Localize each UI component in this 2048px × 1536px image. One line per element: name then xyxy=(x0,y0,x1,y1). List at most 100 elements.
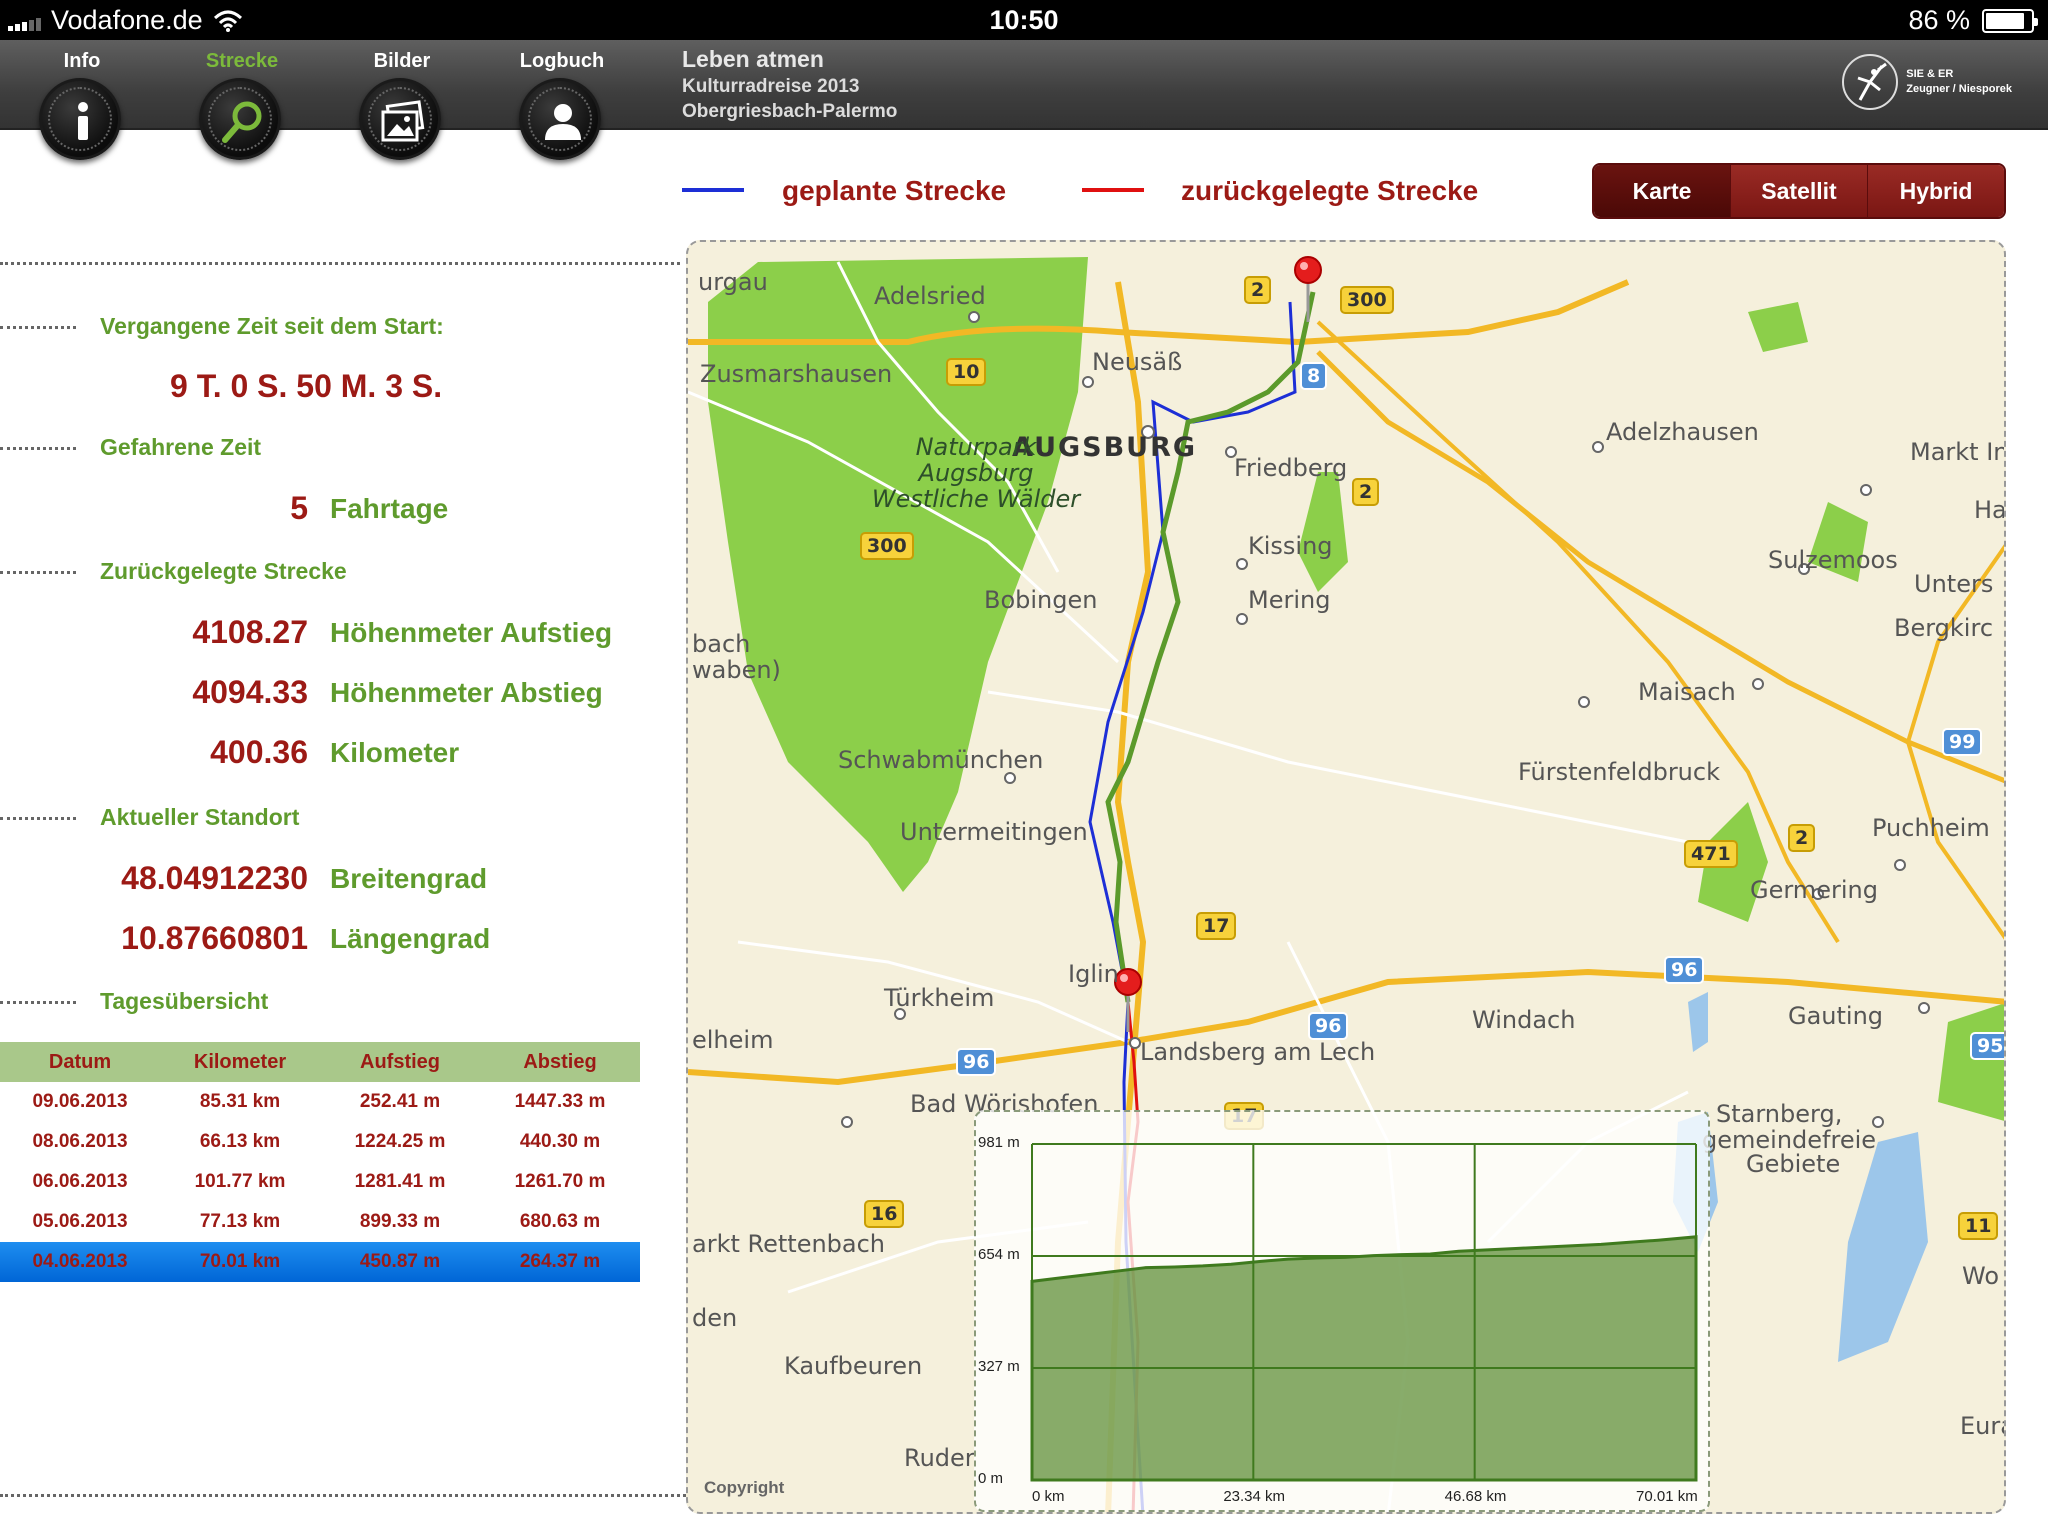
elevation-area xyxy=(1030,1235,1698,1482)
ascent-label: Höhenmeter Aufstieg xyxy=(330,617,613,648)
town-partial-gau: urgau xyxy=(698,268,768,296)
town-maisach: Maisach xyxy=(1638,678,1736,706)
town-fuerstenfeldbruck: Fürstenfeldbruck xyxy=(1518,758,1720,786)
divider xyxy=(0,1001,76,1004)
divider xyxy=(0,447,76,450)
ascent-value: 4108.27 xyxy=(192,614,308,650)
elevation-x-tick: 46.68 km xyxy=(1444,1488,1507,1505)
town-bobingen: Bobingen xyxy=(984,586,1098,614)
elapsed-title: Vergangene Zeit seit dem Start: xyxy=(100,313,444,339)
town-partial-bach: bach xyxy=(692,630,751,658)
tab-label: Strecke xyxy=(205,50,279,72)
logo-line-2: Zeugner / Niesporek xyxy=(1906,83,2012,95)
logbuch-button[interactable] xyxy=(519,78,601,160)
cell-ascent: 1281.41 m xyxy=(354,1171,446,1192)
cell-date: 08.06.2013 xyxy=(32,1131,128,1152)
elevation-x-tick: 23.34 km xyxy=(1223,1488,1286,1505)
town-partial-waben: waben) xyxy=(692,656,781,684)
map-type-hybrid[interactable]: Hybrid xyxy=(1867,165,2004,217)
cell-km: 85.31 km xyxy=(199,1091,281,1112)
map-type-karte[interactable]: Karte xyxy=(1594,165,1730,217)
town-partial-unters: Unters xyxy=(1914,570,1994,598)
cell-ascent: 1224.25 m xyxy=(354,1131,446,1152)
motorway-shield: 96 xyxy=(956,1048,997,1076)
road-shield: 2 xyxy=(1352,478,1380,506)
town-partial-wo: Wo xyxy=(1962,1262,2000,1290)
tab-logbuch[interactable]: Logbuch xyxy=(492,40,632,73)
daily-table: Datum Kilometer Aufstieg Abstieg 09.06.2… xyxy=(0,1042,640,1282)
town-kaufbeuren: Kaufbeuren xyxy=(784,1352,923,1380)
elevation-profile: 0 m 327 m 654 m 981 m 0 km 23.34 km 46.68 km 70… xyxy=(974,1110,1710,1512)
logo-text: SIE & ER Zeugner / Niesporek xyxy=(1906,67,2012,97)
town-gauting: Gauting xyxy=(1788,1002,1884,1030)
cell-ascent: 252.41 m xyxy=(359,1091,441,1112)
town-untermeitingen: Untermeitingen xyxy=(900,818,1088,846)
col-header-descent: Abstieg xyxy=(523,1050,597,1073)
elevation-y-tick: 327 m xyxy=(978,1358,1020,1375)
elevation-x-tick: 0 km xyxy=(1032,1488,1065,1505)
town-partial-den: den xyxy=(692,1304,738,1332)
motorway-shield: 99 xyxy=(1942,728,1983,756)
cell-date: 05.06.2013 xyxy=(32,1211,128,1232)
tab-strecke[interactable]: Strecke xyxy=(172,40,312,73)
naturpark-line-1: Naturpark xyxy=(915,433,1037,461)
cell-ascent: 899.33 m xyxy=(359,1211,441,1232)
elevation-chart xyxy=(1030,1143,1698,1482)
strecke-button[interactable] xyxy=(199,78,281,160)
col-header-ascent: Aufstieg xyxy=(360,1050,440,1073)
logo-line-1: SIE & ER xyxy=(1906,68,1954,80)
cell-ascent: 450.87 m xyxy=(359,1251,441,1272)
table-row-selected[interactable]: 04.06.2013 70.01 km 450.87 m 264.37 m xyxy=(0,1242,640,1282)
trip-title-block: Leben atmen Kulturradreise 2013 Obergrie… xyxy=(682,46,897,123)
divider xyxy=(0,262,680,265)
battery-fill xyxy=(1986,12,2024,29)
table-row[interactable]: 08.06.2013 66.13 km 1224.25 m 440.30 m xyxy=(0,1122,640,1162)
elevation-y-tick: 0 m xyxy=(978,1470,1004,1487)
battery-percent: 86 % xyxy=(1908,5,1970,35)
tab-info[interactable]: Info xyxy=(12,40,152,73)
town-markt-in: Markt In xyxy=(1910,438,2006,466)
town-tuerkheim: Türkheim xyxy=(884,984,995,1012)
road-shield: 11 xyxy=(1958,1212,1999,1240)
km-label: Kilometer xyxy=(330,737,460,768)
town-sulzemoos: Sulzemoos xyxy=(1768,546,1898,574)
town-germering: Germering xyxy=(1750,876,1878,904)
info-icon xyxy=(78,102,88,140)
info-button[interactable] xyxy=(39,78,121,160)
town-ruder: Ruder xyxy=(904,1444,975,1472)
table-row[interactable]: 09.06.2013 85.31 km 252.41 m 1447.33 m xyxy=(0,1082,640,1122)
tab-bilder[interactable]: Bilder xyxy=(332,40,472,73)
longitude-label: Längengrad xyxy=(330,923,491,954)
map-copyright[interactable]: Copyright xyxy=(704,1478,784,1498)
trip-subtitle: Kulturradreise 2013 xyxy=(682,76,860,97)
map-type-segmented: Karte Satellit Hybrid xyxy=(1592,163,2006,219)
road-shield: 471 xyxy=(1684,840,1738,868)
cell-km: 101.77 km xyxy=(194,1171,286,1192)
road-shield: 2 xyxy=(1788,824,1816,852)
traveled-route-legend: zurückgelegte Strecke xyxy=(1181,175,1479,206)
elevation-y-tick: 654 m xyxy=(978,1246,1020,1263)
distance-title: Zurückgelegte Strecke xyxy=(100,558,347,584)
km-value: 400.36 xyxy=(210,734,308,770)
divider xyxy=(0,326,76,329)
motorway-shield: 96 xyxy=(1308,1012,1349,1040)
town-puchheim: Puchheim xyxy=(1872,814,1990,842)
table-row[interactable]: 05.06.2013 77.13 km 899.33 m 680.63 m xyxy=(0,1202,640,1242)
trip-title: Leben atmen xyxy=(682,46,824,72)
table-row[interactable]: 06.06.2013 101.77 km 1281.41 m 1261.70 m xyxy=(0,1162,640,1202)
divider xyxy=(0,817,76,820)
town-partial-bergkirc: Bergkirc xyxy=(1894,614,1994,642)
nav-bar: Info Strecke Bilder Logbuch Leben atmen … xyxy=(0,40,2048,130)
cell-date: 09.06.2013 xyxy=(32,1091,128,1112)
bilder-button[interactable] xyxy=(359,78,441,160)
naturpark-label: Naturpark Augsburg Westliche Wälder xyxy=(856,434,1096,512)
tab-label: Info xyxy=(63,50,101,72)
cell-km: 70.01 km xyxy=(199,1251,281,1272)
map-type-satellit[interactable]: Satellit xyxy=(1730,165,1867,217)
town-mering: Mering xyxy=(1248,586,1331,614)
cell-date: 04.06.2013 xyxy=(32,1251,128,1272)
elevation-x-tick: 70.01 km xyxy=(1636,1488,1698,1505)
descent-label: Höhenmeter Abstieg xyxy=(330,677,603,708)
start-pin[interactable] xyxy=(1294,256,1322,322)
table-header: Datum Kilometer Aufstieg Abstieg xyxy=(0,1042,640,1082)
